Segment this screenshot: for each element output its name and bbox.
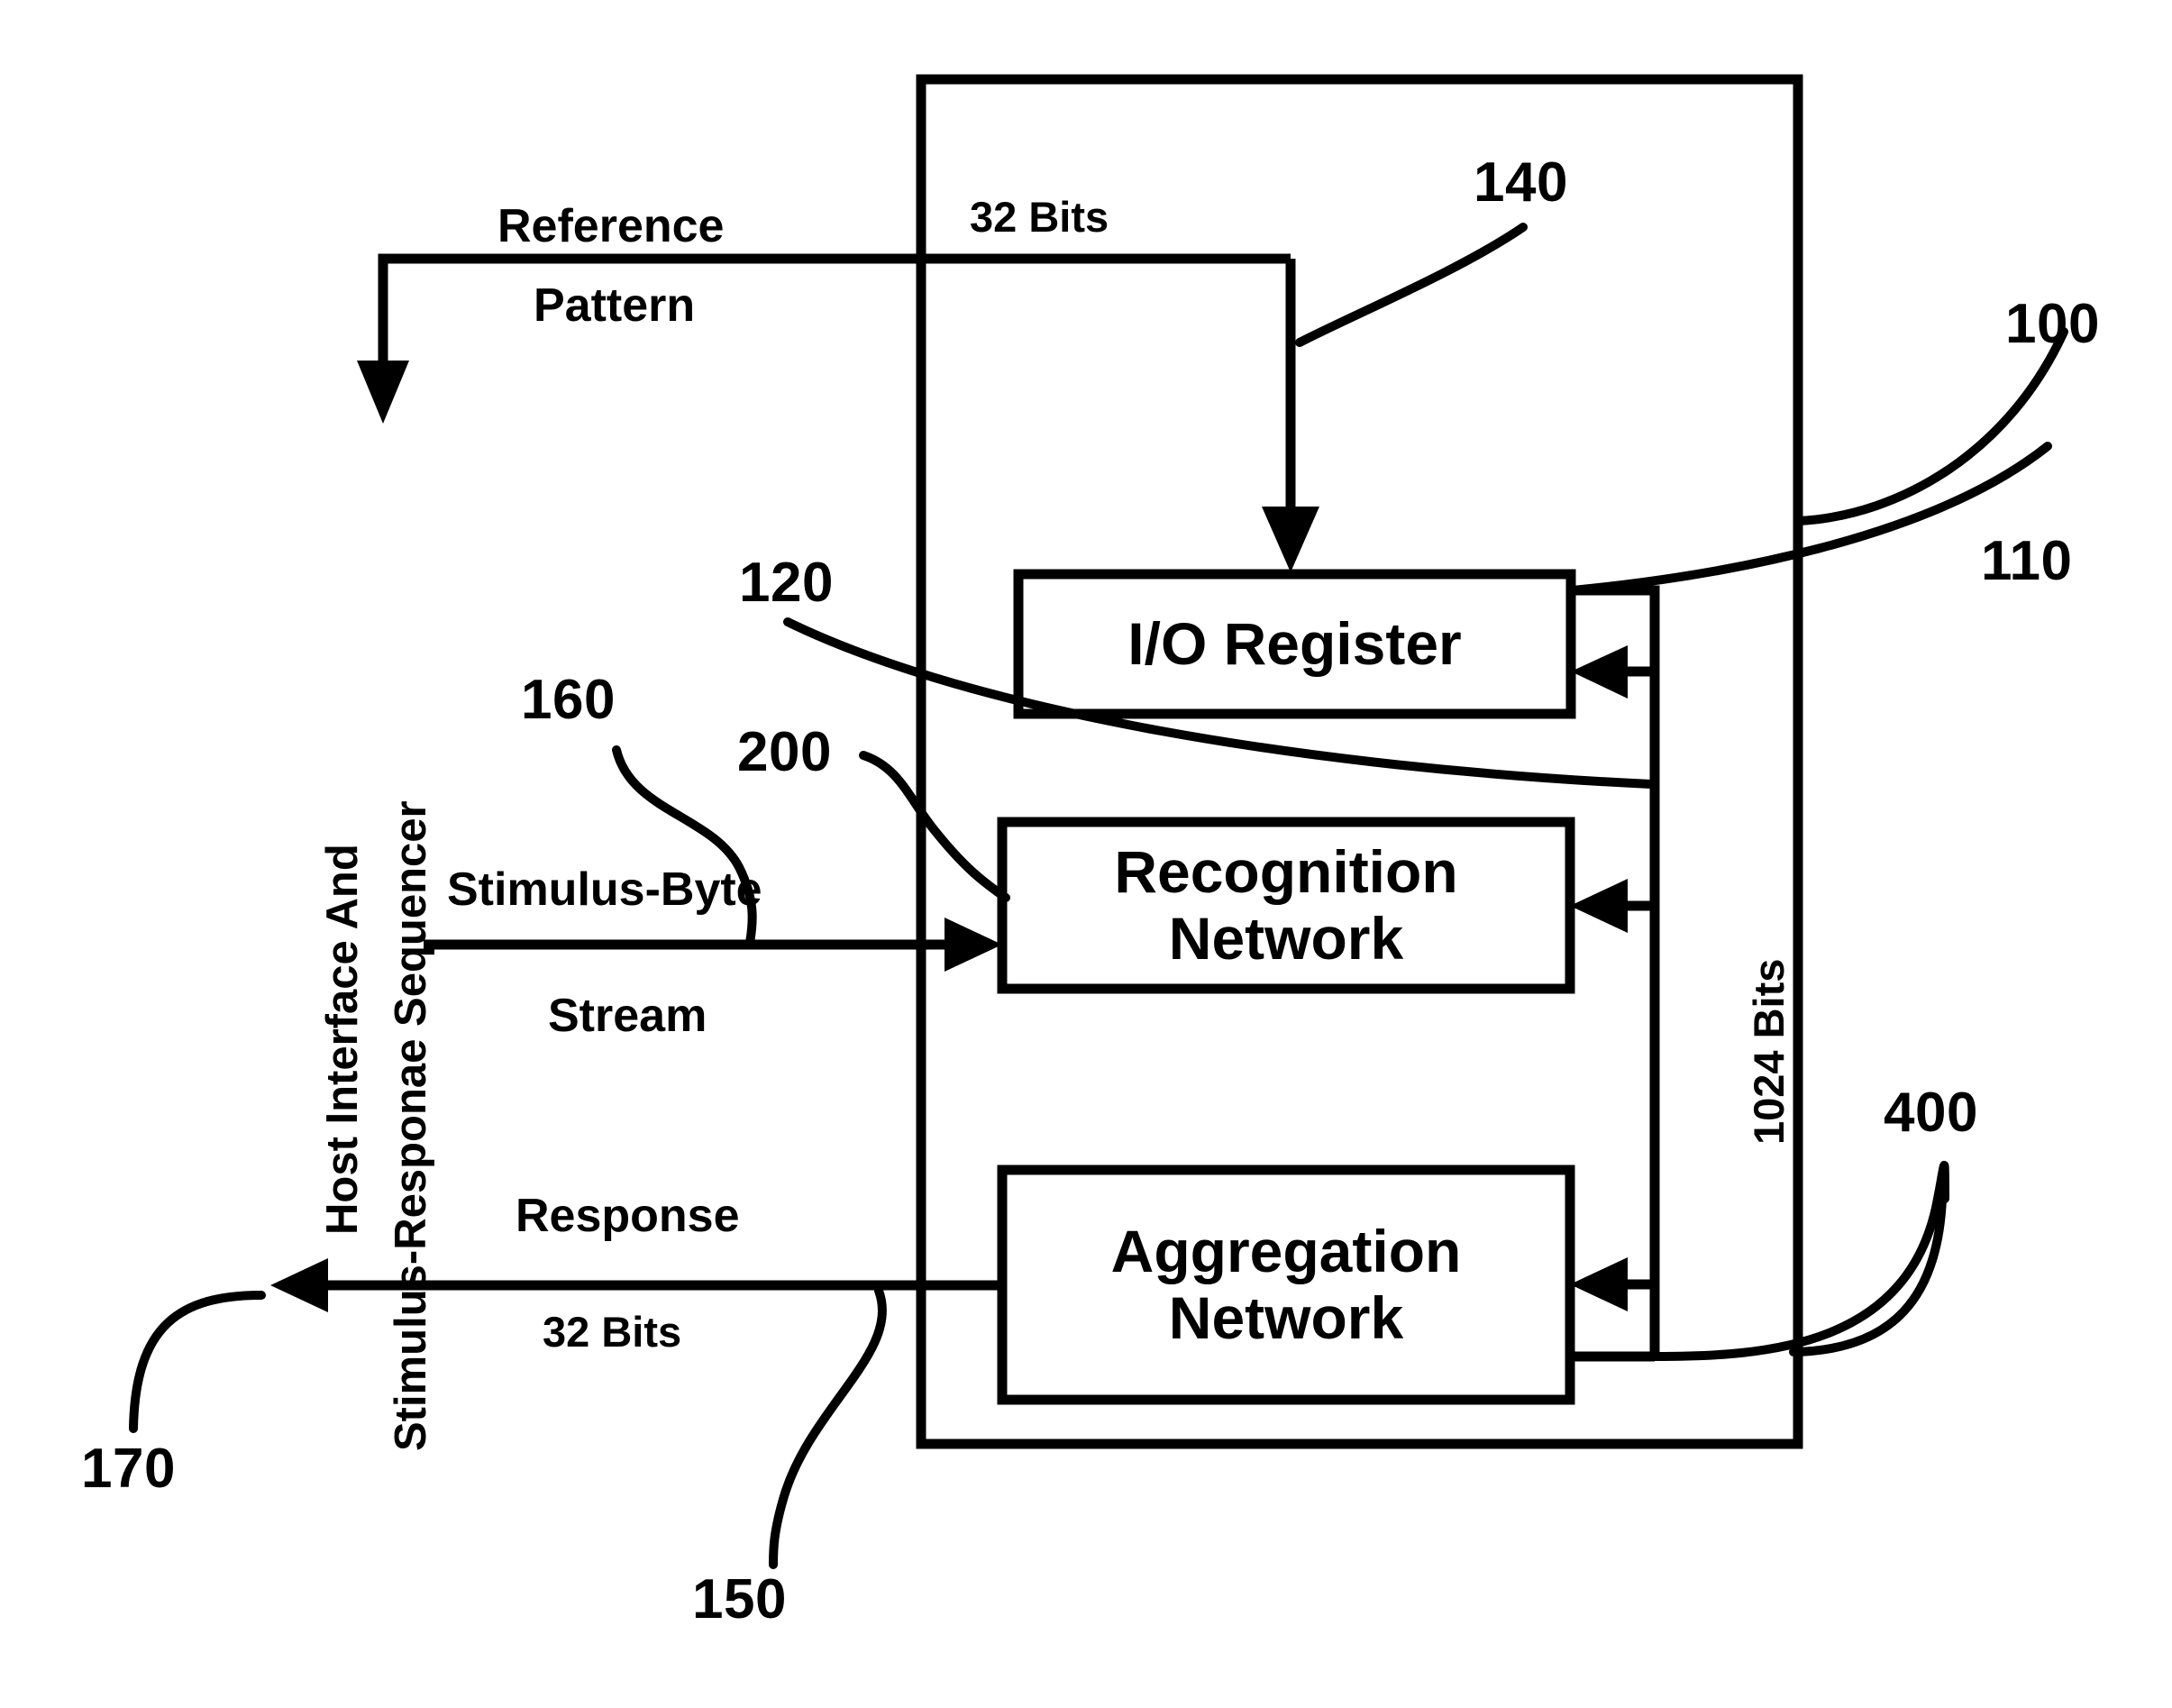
callout-400-leader-tail	[1789, 1194, 1947, 1356]
stimulus-stream-arrowhead	[945, 918, 1002, 972]
io-register-box	[1013, 569, 1576, 719]
reference-pattern-drop-arrowhead	[1262, 507, 1319, 572]
recognition-bus-arrowhead	[1570, 879, 1628, 933]
callout-100-label: 100	[2005, 293, 2100, 355]
reference-pattern-wire	[378, 253, 1291, 379]
feedback-bus-width-label: 1024 Bits	[1745, 958, 1793, 1145]
callout-120-label: 120	[739, 552, 834, 614]
callout-110-label: 110	[1981, 530, 2073, 592]
callout-400-label: 400	[1884, 1082, 1978, 1144]
aggregation-network-box	[997, 1165, 1575, 1405]
callout-200-leader	[859, 751, 1010, 902]
response-width-label: 32 Bits	[543, 1308, 682, 1356]
stimulus-stream-label-line1: Stimulus-Byte	[447, 863, 762, 916]
callout-200-label: 200	[737, 721, 832, 783]
aggregation-bus-arrowhead	[1570, 1257, 1628, 1311]
host-interface-label-line2: Stimulus-Responae Sequencer	[387, 800, 435, 1451]
callout-160-label: 160	[521, 669, 616, 731]
recognition-network-box	[997, 817, 1575, 994]
reference-pattern-width-label: 32 Bits	[970, 193, 1109, 241]
callout-150-label: 150	[692, 1568, 787, 1630]
io-register-bus-arrowhead	[1571, 645, 1628, 699]
callout-140-leader	[1295, 223, 1528, 347]
response-arrowhead	[270, 1258, 328, 1312]
callout-140-label: 140	[1474, 151, 1568, 214]
reference-pattern-arrowhead	[357, 361, 409, 424]
callout-170-leader	[129, 1291, 266, 1433]
stimulus-stream-label-line2: Stream	[548, 990, 707, 1042]
reference-pattern-label-line1: Reference	[497, 200, 725, 252]
host-interface-label-line1: Host Interface And	[318, 844, 367, 1235]
response-label: Response	[516, 1190, 740, 1242]
patent-figure-canvas: Reference Pattern 32 Bits 140 100 110 12…	[0, 0, 2172, 1708]
callout-100-leader	[1794, 327, 2068, 525]
callout-150-leader	[769, 1286, 887, 1569]
callout-170-label: 170	[81, 1438, 176, 1500]
reference-pattern-label-line2: Pattern	[534, 279, 696, 332]
